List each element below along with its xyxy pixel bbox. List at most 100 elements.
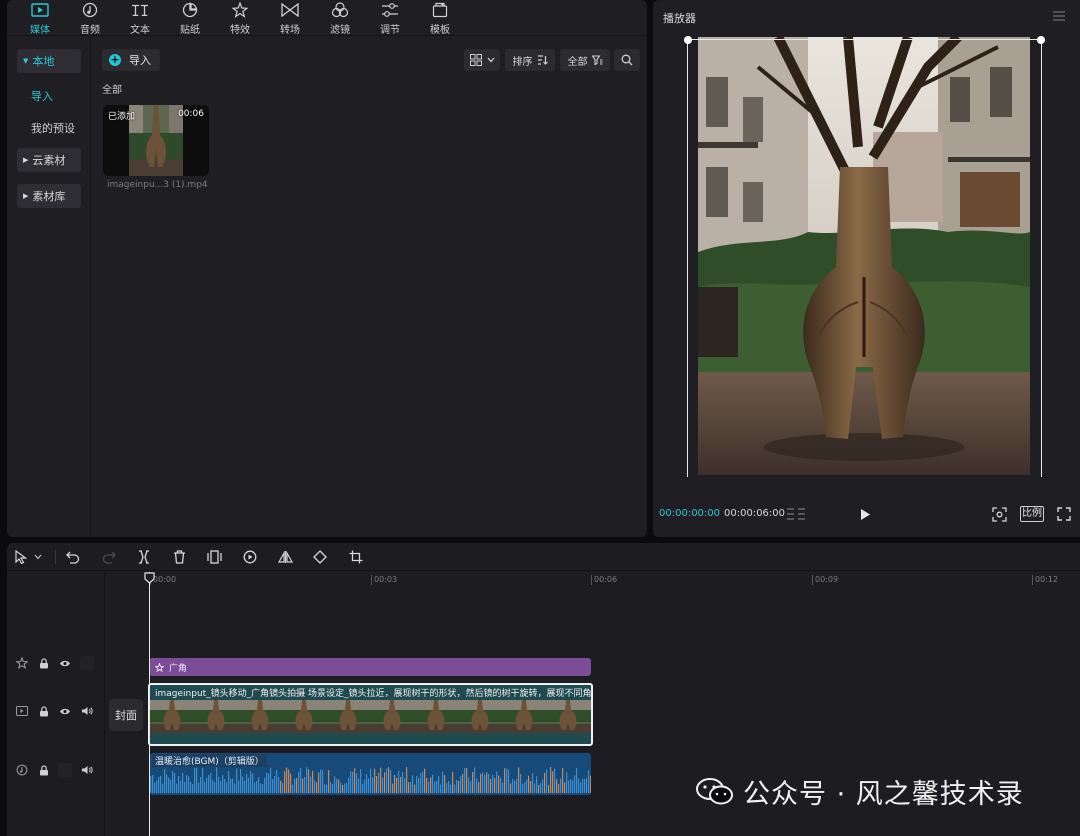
redo-icon[interactable] bbox=[101, 549, 117, 565]
mirror-icon[interactable] bbox=[277, 549, 293, 565]
play-icon[interactable] bbox=[859, 508, 871, 521]
ruler-tick bbox=[1032, 575, 1033, 585]
sort-button-label: 排序 bbox=[512, 56, 533, 68]
tab-text[interactable]: 文本 bbox=[115, 0, 165, 36]
track-extra-slot bbox=[80, 656, 94, 670]
grid-view-icon bbox=[469, 54, 482, 66]
speaker-icon[interactable] bbox=[80, 763, 94, 777]
nav-cloud[interactable]: ▶ 云素材 bbox=[17, 148, 81, 172]
media-side-nav: ▼ 本地 导入 我的预设 ▶ 云素材 ▶ 素材库 bbox=[7, 37, 91, 537]
video-clip[interactable]: imageinput_镜头移动_广角镜头拍摄 场景设定_镜头拉近，展现树干的形状… bbox=[148, 683, 593, 746]
tab-media[interactable]: 媒体 bbox=[15, 0, 65, 36]
timeline-grid-icon[interactable] bbox=[786, 507, 806, 521]
media-clip-card[interactable]: 已添加 00:06 bbox=[103, 105, 209, 176]
nav-local-label: 本地 bbox=[32, 55, 55, 68]
menu-icon[interactable] bbox=[1052, 10, 1066, 22]
tab-audio[interactable]: 音频 bbox=[65, 0, 115, 36]
reverse-play-icon[interactable] bbox=[242, 549, 258, 565]
playhead[interactable] bbox=[149, 572, 150, 836]
view-mode-button[interactable] bbox=[464, 49, 500, 71]
ruler-label: 00:12 bbox=[1035, 575, 1059, 584]
tab-transition-label: 转场 bbox=[280, 25, 300, 36]
tab-filter-label: 滤镜 bbox=[330, 25, 350, 36]
nav-local[interactable]: ▼ 本地 bbox=[17, 49, 81, 73]
video-preview bbox=[698, 37, 1030, 475]
nav-cloud-label: 云素材 bbox=[32, 154, 66, 167]
select-cursor-icon[interactable] bbox=[13, 549, 29, 565]
effect-clip-icon bbox=[155, 662, 164, 672]
speaker-icon[interactable] bbox=[80, 704, 94, 718]
chevron-down-icon bbox=[487, 57, 495, 63]
media-icon bbox=[31, 2, 49, 18]
section-title: 全部 bbox=[102, 85, 122, 96]
chevron-down-icon[interactable] bbox=[33, 549, 43, 565]
filter-icon bbox=[331, 2, 349, 18]
lock-icon[interactable] bbox=[37, 704, 51, 718]
fullscreen-preview-icon[interactable] bbox=[992, 507, 1007, 522]
crop-icon[interactable] bbox=[348, 549, 364, 565]
nav-import[interactable]: 导入 bbox=[31, 88, 53, 104]
playhead-handle[interactable] bbox=[144, 572, 155, 584]
ruler-tick bbox=[591, 575, 592, 585]
effects-icon bbox=[231, 2, 249, 18]
media-panel: 媒体 音频 文本 贴纸 特效 转场 滤镜 调节 模板 ▼ 本地 导入 我的预设 … bbox=[7, 0, 647, 537]
sort-button[interactable]: 排序 bbox=[505, 49, 555, 71]
nav-library-label: 素材库 bbox=[32, 190, 66, 203]
search-button[interactable] bbox=[614, 49, 640, 71]
lock-icon[interactable] bbox=[37, 656, 51, 670]
nav-library[interactable]: ▶ 素材库 bbox=[17, 184, 81, 208]
delete-icon[interactable] bbox=[171, 549, 187, 565]
tab-template[interactable]: 模板 bbox=[415, 0, 465, 36]
ruler-tick bbox=[371, 575, 372, 585]
audio-clip[interactable]: 温暖治愈(BGM)（剪辑版） bbox=[150, 753, 591, 795]
tab-effects[interactable]: 特效 bbox=[215, 0, 265, 36]
watermark: 公众号 · 风之馨技术录 bbox=[695, 772, 1024, 811]
timeline-ruler[interactable]: 00:00 00:03 00:06 00:09 00:12 bbox=[105, 572, 1080, 588]
import-button-label: 导入 bbox=[129, 54, 151, 67]
filter-button[interactable]: 全部 bbox=[560, 49, 610, 71]
player-panel: 播放器 00:00:00:00 00:00:06:00 比例 bbox=[653, 0, 1080, 537]
fullscreen-icon[interactable] bbox=[1057, 507, 1071, 521]
funnel-icon bbox=[591, 55, 603, 65]
cover-button[interactable]: 封面 bbox=[109, 699, 143, 731]
eye-icon[interactable] bbox=[58, 704, 72, 718]
clip-duration: 00:06 bbox=[178, 109, 204, 119]
tab-audio-label: 音频 bbox=[80, 25, 100, 36]
lock-icon[interactable] bbox=[37, 763, 51, 777]
tab-media-label: 媒体 bbox=[30, 25, 50, 36]
video-track-icon bbox=[15, 704, 29, 718]
wechat-icon bbox=[696, 777, 733, 804]
current-time: 00:00:00:00 bbox=[659, 508, 721, 519]
split-icon[interactable] bbox=[136, 549, 152, 565]
media-content: + 导入 排序 全部 全部 已添加 00:06 imageinpu...3 (1… bbox=[92, 37, 647, 537]
tab-sticker[interactable]: 贴纸 bbox=[165, 0, 215, 36]
clip-filename: imageinpu...3 (1).mp4 bbox=[107, 180, 208, 190]
top-tab-bar: 媒体 音频 文本 贴纸 特效 转场 滤镜 调节 模板 bbox=[7, 0, 647, 36]
import-button[interactable]: + 导入 bbox=[102, 49, 160, 71]
ratio-button[interactable]: 比例 bbox=[1020, 506, 1044, 522]
filter-button-label: 全部 bbox=[567, 56, 588, 68]
eye-icon[interactable] bbox=[58, 656, 72, 670]
search-icon bbox=[621, 54, 633, 66]
tab-filter[interactable]: 滤镜 bbox=[315, 0, 365, 36]
nav-my-presets[interactable]: 我的预设 bbox=[31, 120, 75, 136]
track-extra-slot bbox=[58, 763, 72, 777]
crop-handle-top-left[interactable] bbox=[684, 36, 692, 44]
video-clip-label: imageinput_镜头移动_广角镜头拍摄 场景设定_镜头拉近，展现树干的形状… bbox=[155, 689, 593, 699]
tab-effects-label: 特效 bbox=[230, 25, 250, 36]
undo-icon[interactable] bbox=[65, 549, 81, 565]
ruler-label: 00:09 bbox=[815, 575, 839, 584]
tab-adjust[interactable]: 调节 bbox=[365, 0, 415, 36]
effect-clip[interactable]: 广角 bbox=[149, 658, 591, 676]
clip-added-badge: 已添加 bbox=[108, 112, 136, 122]
tab-transition[interactable]: 转场 bbox=[265, 0, 315, 36]
rotate-icon[interactable] bbox=[312, 549, 328, 565]
crop-handle-top-right[interactable] bbox=[1037, 36, 1045, 44]
timeline-toolbar bbox=[7, 543, 1080, 571]
transition-icon bbox=[281, 2, 299, 18]
player-title: 播放器 bbox=[663, 12, 696, 25]
caret-right-icon: ▶ bbox=[23, 192, 29, 200]
freeze-frame-icon[interactable] bbox=[206, 549, 222, 565]
toolbar-divider bbox=[55, 550, 56, 564]
sort-icon bbox=[537, 55, 548, 65]
